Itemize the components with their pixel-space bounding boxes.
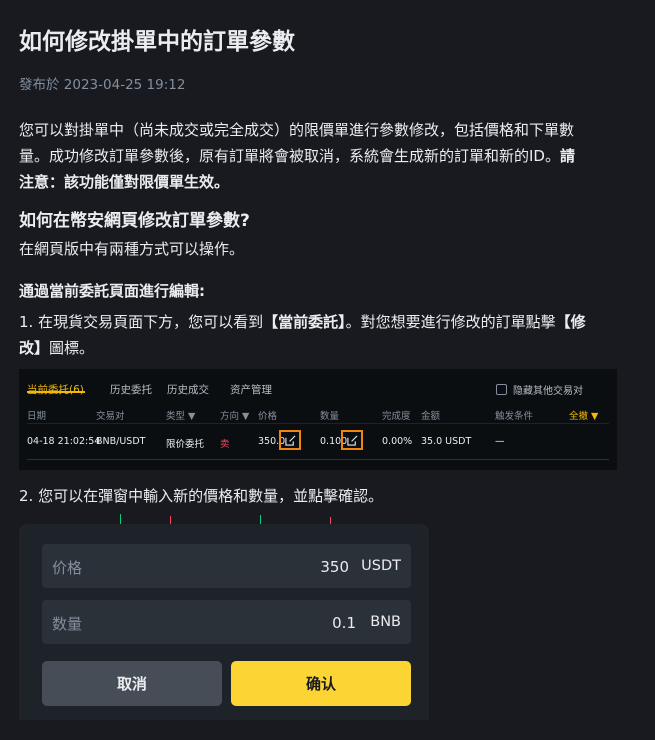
quantity-value[interactable]: 0.1 (332, 614, 356, 632)
col-pair: 交易对 (96, 411, 125, 422)
step2-text: 2. 您可以在彈窗中輸入新的價格和數量，並點擊確認。 (19, 487, 384, 505)
row-divider (27, 459, 609, 460)
col-side[interactable]: 方向 ▼ (220, 408, 249, 422)
chart-tick (120, 514, 121, 524)
section-heading: 如何在幣安網頁修改訂單參數? (19, 211, 250, 231)
publish-date: 發布於 2023-04-25 19:12 (19, 77, 186, 93)
row-date: 04-18 21:02:54 (27, 436, 101, 447)
active-tab-underline (27, 391, 85, 393)
edit-icon (284, 435, 295, 446)
step1-text: 1. 在現貨交易頁面下方，您可以看到【當前委託】。對您想要進行修改的訂單點擊【修… (19, 313, 586, 357)
hide-other-pairs[interactable]: 隐藏其他交易对 (496, 382, 583, 397)
col-date: 日期 (27, 411, 47, 422)
edit-icon (346, 435, 357, 446)
quantity-label: 数量 (52, 615, 83, 633)
row-filled: 0.00% (382, 436, 413, 447)
sub-heading: 通過當前委託頁面進行編輯: (19, 282, 205, 300)
row-type: 限价委托 (166, 439, 205, 450)
col-price: 价格 (258, 411, 278, 422)
col-filled: 完成度 (382, 411, 411, 422)
quantity-unit: BNB (370, 614, 401, 630)
edit-price-icon[interactable] (279, 430, 301, 450)
edit-order-dialog: 价格 350 USDT 数量 0.1 BNB 取消 确认 (19, 524, 429, 720)
quantity-field[interactable]: 数量 0.1 BNB (42, 600, 411, 644)
tab-open-orders[interactable]: 当前委托(6) (27, 382, 84, 397)
article-title: 如何修改掛單中的訂單參數 (19, 29, 295, 55)
tab-trade-history[interactable]: 历史成交 (167, 382, 209, 397)
header-divider (27, 423, 609, 424)
chart-tick (330, 517, 331, 524)
chart-tick (260, 515, 261, 524)
tab-order-history[interactable]: 历史委托 (110, 382, 152, 397)
confirm-button[interactable]: 确认 (231, 661, 411, 706)
ways-text: 在網頁版中有兩種方式可以操作。 (19, 240, 245, 258)
checkbox-icon[interactable] (496, 384, 507, 395)
edit-amount-icon[interactable] (341, 430, 363, 450)
price-label: 价格 (52, 559, 83, 577)
col-type[interactable]: 类型 ▼ (166, 408, 195, 422)
col-trigger: 触发条件 (495, 411, 534, 422)
price-unit: USDT (361, 558, 401, 574)
cancel-button[interactable]: 取消 (42, 661, 222, 706)
price-field[interactable]: 价格 350 USDT (42, 544, 411, 588)
price-value[interactable]: 350 (320, 558, 349, 576)
row-total: 35.0 USDT (421, 436, 472, 447)
row-side: 卖 (220, 439, 230, 450)
col-total: 金额 (421, 411, 441, 422)
chart-tick (170, 516, 171, 524)
open-orders-screenshot: 当前委托(6) 历史委托 历史成交 资产管理 隐藏其他交易对 日期 交易对 类型… (19, 369, 617, 470)
intro-paragraph: 您可以對掛單中（尚未成交或完全成交）的限價單進行參數修改，包括價格和下單數 量。… (19, 121, 575, 191)
col-amount: 数量 (320, 411, 340, 422)
tab-assets[interactable]: 资产管理 (230, 382, 272, 397)
cancel-all-button[interactable]: 全撤 ▼ (569, 408, 598, 422)
row-trigger: — (495, 436, 505, 447)
row-pair: BNB/USDT (96, 436, 146, 447)
